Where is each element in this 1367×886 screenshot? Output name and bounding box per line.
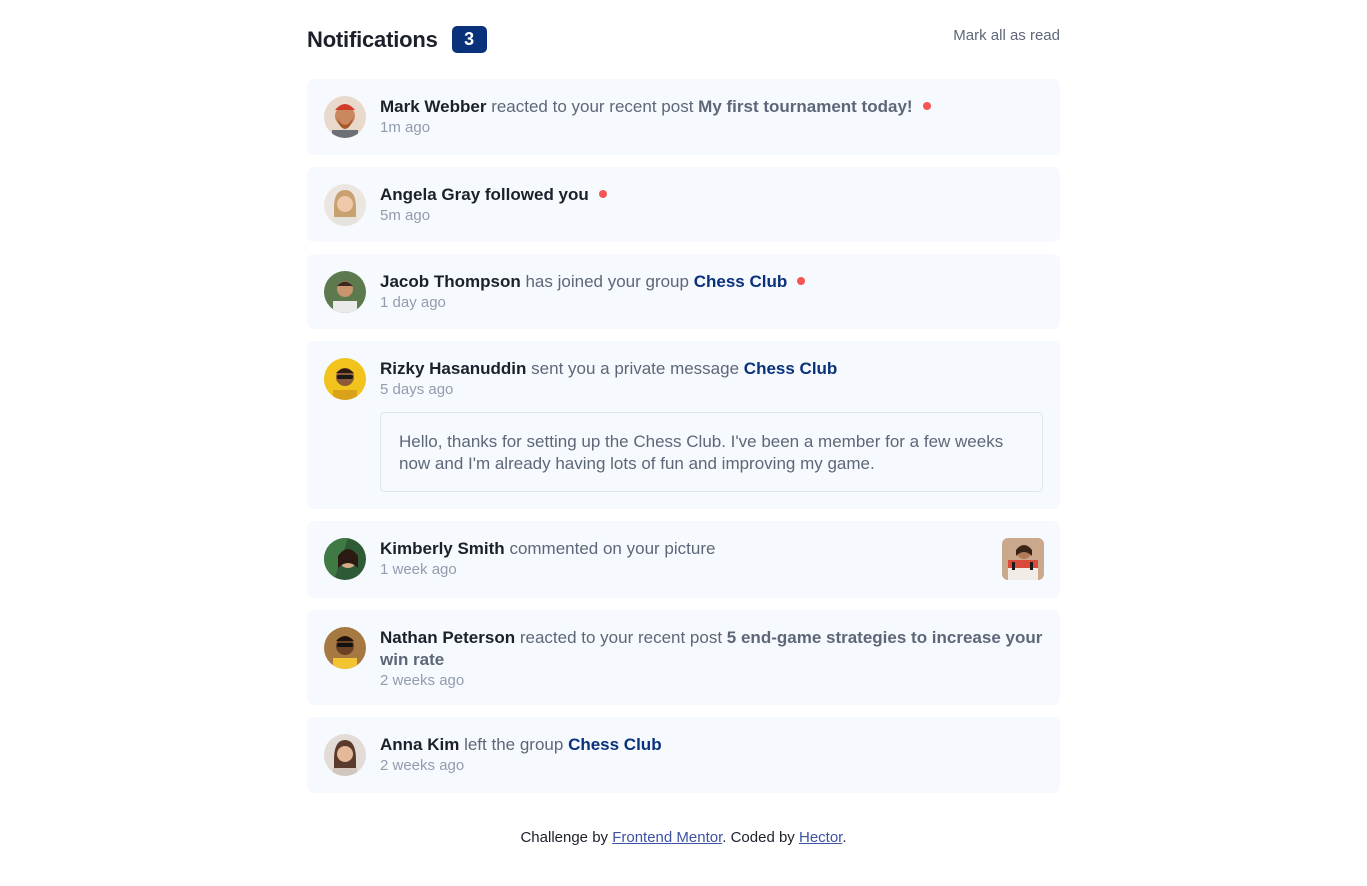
notification-text: Mark Webber reacted to your recent post … — [380, 96, 1043, 118]
avatar-anna-kim[interactable] — [324, 734, 366, 776]
avatar-jacob-thompson[interactable] — [324, 271, 366, 313]
author-link[interactable]: Hector — [799, 829, 842, 846]
notification-action: followed you — [484, 185, 589, 204]
group-link[interactable]: Chess Club — [568, 735, 662, 754]
attribution-footer: Challenge by Frontend Mentor. Coded by H… — [0, 829, 1367, 846]
frontend-mentor-link[interactable]: Frontend Mentor — [612, 829, 722, 846]
notification-text: Kimberly Smith commented on your picture — [380, 538, 1043, 560]
avatar-mark-webber[interactable] — [324, 96, 366, 138]
footer-middle: . Coded by — [722, 829, 795, 846]
unread-dot — [797, 277, 806, 285]
notification-item[interactable]: Nathan Peterson reacted to your recent p… — [307, 610, 1060, 705]
avatar-rizky-hasanuddin[interactable] — [324, 358, 366, 400]
notification-time: 5 days ago — [380, 381, 454, 398]
notification-time: 2 weeks ago — [380, 757, 465, 774]
private-message[interactable]: Hello, thanks for setting up the Chess C… — [380, 412, 1043, 492]
notification-text: Nathan Peterson reacted to your recent p… — [380, 627, 1043, 671]
notification-item[interactable]: Anna Kim left the group Chess Club 2 wee… — [307, 717, 1060, 793]
user-name-link[interactable]: Kimberly Smith — [380, 539, 505, 558]
notifications-panel: Notifications 3 Mark all as read Mark We… — [307, 0, 1060, 793]
user-name-link[interactable]: Anna Kim — [380, 735, 459, 754]
user-name-link[interactable]: Nathan Peterson — [380, 628, 515, 647]
user-name-link[interactable]: Mark Webber — [380, 97, 486, 116]
mark-all-as-read-button[interactable]: Mark all as read — [953, 27, 1060, 44]
user-name-link[interactable]: Jacob Thompson — [380, 272, 521, 291]
notification-action: has joined your group — [525, 272, 689, 291]
notification-time: 2 weeks ago — [380, 672, 465, 689]
group-link[interactable]: Chess Club — [694, 272, 788, 291]
notification-text: Jacob Thompson has joined your group Che… — [380, 271, 1043, 293]
unread-dot — [922, 102, 931, 110]
notification-text: Anna Kim left the group Chess Club — [380, 734, 1043, 756]
chess-picture-thumbnail[interactable] — [1002, 538, 1044, 580]
avatar-nathan-peterson[interactable] — [324, 627, 366, 669]
notification-action: reacted to your recent post — [491, 97, 694, 116]
notification-time: 5m ago — [380, 207, 431, 224]
avatar-angela-gray[interactable] — [324, 184, 366, 226]
notification-action: commented on your picture — [509, 539, 716, 558]
user-name-link[interactable]: Angela Gray — [380, 185, 480, 204]
notification-time: 1m ago — [380, 119, 431, 136]
header-title-group: Notifications 3 — [307, 26, 487, 53]
notification-item[interactable]: Jacob Thompson has joined your group Che… — [307, 254, 1060, 329]
notification-time: 1 day ago — [380, 294, 446, 311]
notification-action: reacted to your recent post — [519, 628, 723, 647]
notification-action: sent you a private message — [531, 359, 740, 378]
notification-item[interactable]: Rizky Hasanuddin sent you a private mess… — [307, 341, 1060, 509]
post-link[interactable]: My first tournament today! — [698, 97, 912, 116]
footer-prefix: Challenge by — [520, 829, 609, 846]
page-title: Notifications — [307, 26, 438, 52]
notification-item[interactable]: Angela Gray followed you 5m ago — [307, 167, 1060, 242]
user-name-link[interactable]: Rizky Hasanuddin — [380, 359, 526, 378]
notification-text: Angela Gray followed you — [380, 184, 1043, 206]
group-link[interactable]: Chess Club — [744, 359, 838, 378]
notifications-header: Notifications 3 Mark all as read — [307, 0, 1060, 79]
notification-time: 1 week ago — [380, 561, 457, 578]
unread-dot — [598, 190, 607, 198]
avatar-kimberly-smith[interactable] — [324, 538, 366, 580]
unread-count-badge: 3 — [451, 26, 487, 53]
notification-action: left the group — [464, 735, 564, 754]
footer-suffix: . — [842, 829, 847, 846]
notification-text: Rizky Hasanuddin sent you a private mess… — [380, 358, 1043, 380]
notification-item[interactable]: Mark Webber reacted to your recent post … — [307, 79, 1060, 155]
notification-item[interactable]: Kimberly Smith commented on your picture… — [307, 521, 1060, 598]
